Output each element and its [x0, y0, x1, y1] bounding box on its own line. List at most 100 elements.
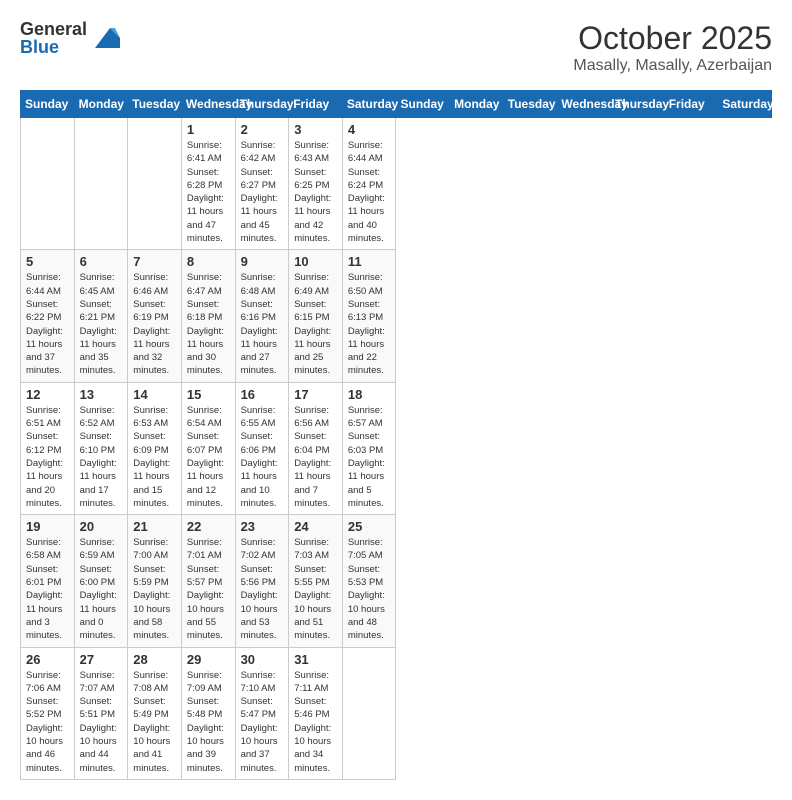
day-info: Sunrise: 6:55 AM Sunset: 6:06 PM Dayligh…: [241, 404, 284, 510]
page-header: General Blue October 2025 Masally, Masal…: [20, 20, 772, 75]
day-info: Sunrise: 7:02 AM Sunset: 5:56 PM Dayligh…: [241, 536, 284, 642]
calendar-cell: 28 Sunrise: 7:08 AM Sunset: 5:49 PM Dayli…: [128, 647, 182, 779]
header-day-friday: Friday: [664, 91, 718, 118]
week-row-2: 5 Sunrise: 6:44 AM Sunset: 6:22 PM Daylig…: [21, 250, 772, 382]
calendar-cell: 8 Sunrise: 6:47 AM Sunset: 6:18 PM Daylig…: [181, 250, 235, 382]
day-number: 22: [187, 519, 230, 534]
day-number: 24: [294, 519, 337, 534]
calendar-cell: 23 Sunrise: 7:02 AM Sunset: 5:56 PM Dayli…: [235, 515, 289, 647]
day-number: 17: [294, 387, 337, 402]
location-title: Masally, Masally, Azerbaijan: [573, 57, 772, 75]
day-number: 5: [26, 254, 69, 269]
calendar-header-row: SundayMondayTuesdayWednesdayThursdayFrid…: [21, 91, 772, 118]
day-info: Sunrise: 7:06 AM Sunset: 5:52 PM Dayligh…: [26, 669, 69, 775]
day-info: Sunrise: 6:57 AM Sunset: 6:03 PM Dayligh…: [348, 404, 391, 510]
day-info: Sunrise: 7:01 AM Sunset: 5:57 PM Dayligh…: [187, 536, 230, 642]
header-day-sunday: Sunday: [396, 91, 450, 118]
header-monday: Monday: [74, 91, 128, 118]
calendar-cell: [21, 118, 75, 250]
week-row-5: 26Sunrise: 7:06 AM Sunset: 5:52 PM Dayli…: [21, 647, 772, 779]
day-info: Sunrise: 6:45 AM Sunset: 6:21 PM Dayligh…: [80, 271, 123, 377]
day-number: 21: [133, 519, 176, 534]
day-number: 8: [187, 254, 230, 269]
calendar-cell: 13 Sunrise: 6:52 AM Sunset: 6:10 PM Dayli…: [74, 382, 128, 514]
calendar-cell: 17 Sunrise: 6:56 AM Sunset: 6:04 PM Dayli…: [289, 382, 343, 514]
day-number: 25: [348, 519, 391, 534]
calendar-table: SundayMondayTuesdayWednesdayThursdayFrid…: [20, 90, 772, 780]
calendar-cell: 16 Sunrise: 6:55 AM Sunset: 6:06 PM Dayli…: [235, 382, 289, 514]
day-number: 13: [80, 387, 123, 402]
day-number: 19: [26, 519, 69, 534]
day-info: Sunrise: 7:10 AM Sunset: 5:47 PM Dayligh…: [241, 669, 284, 775]
day-info: Sunrise: 6:50 AM Sunset: 6:13 PM Dayligh…: [348, 271, 391, 377]
calendar-cell: 31Sunrise: 7:11 AM Sunset: 5:46 PM Dayli…: [289, 647, 343, 779]
header-tuesday: Tuesday: [128, 91, 182, 118]
calendar-cell: 25 Sunrise: 7:05 AM Sunset: 5:53 PM Dayli…: [342, 515, 396, 647]
calendar-cell: 29Sunrise: 7:09 AM Sunset: 5:48 PM Dayli…: [181, 647, 235, 779]
week-row-1: 1Sunrise: 6:41 AM Sunset: 6:28 PM Daylig…: [21, 118, 772, 250]
calendar-cell: 12 Sunrise: 6:51 AM Sunset: 6:12 PM Dayli…: [21, 382, 75, 514]
logo-icon: [90, 23, 120, 53]
header-day-tuesday: Tuesday: [503, 91, 557, 118]
calendar-cell: 15 Sunrise: 6:54 AM Sunset: 6:07 PM Dayli…: [181, 382, 235, 514]
day-info: Sunrise: 6:51 AM Sunset: 6:12 PM Dayligh…: [26, 404, 69, 510]
day-number: 30: [241, 652, 284, 667]
calendar-cell: 19Sunrise: 6:58 AM Sunset: 6:01 PM Dayli…: [21, 515, 75, 647]
day-info: Sunrise: 7:07 AM Sunset: 5:51 PM Dayligh…: [80, 669, 123, 775]
day-number: 31: [294, 652, 337, 667]
day-number: 4: [348, 122, 391, 137]
calendar-cell: 2Sunrise: 6:42 AM Sunset: 6:27 PM Daylig…: [235, 118, 289, 250]
day-number: 15: [187, 387, 230, 402]
calendar-cell: 21Sunrise: 7:00 AM Sunset: 5:59 PM Dayli…: [128, 515, 182, 647]
day-number: 29: [187, 652, 230, 667]
header-sunday: Sunday: [21, 91, 75, 118]
header-day-monday: Monday: [450, 91, 504, 118]
day-info: Sunrise: 7:05 AM Sunset: 5:53 PM Dayligh…: [348, 536, 391, 642]
day-info: Sunrise: 7:03 AM Sunset: 5:55 PM Dayligh…: [294, 536, 337, 642]
day-number: 16: [241, 387, 284, 402]
header-saturday: Saturday: [342, 91, 396, 118]
calendar-cell: 30 Sunrise: 7:10 AM Sunset: 5:47 PM Dayli…: [235, 647, 289, 779]
calendar-cell: 24 Sunrise: 7:03 AM Sunset: 5:55 PM Dayli…: [289, 515, 343, 647]
calendar-cell: [128, 118, 182, 250]
month-title: October 2025: [573, 20, 772, 57]
header-day-wednesday: Wednesday: [557, 91, 611, 118]
calendar-cell: [74, 118, 128, 250]
day-info: Sunrise: 6:42 AM Sunset: 6:27 PM Dayligh…: [241, 139, 284, 245]
calendar-cell: [342, 647, 396, 779]
calendar-cell: 7Sunrise: 6:46 AM Sunset: 6:19 PM Daylig…: [128, 250, 182, 382]
calendar-cell: 6 Sunrise: 6:45 AM Sunset: 6:21 PM Daylig…: [74, 250, 128, 382]
day-info: Sunrise: 6:54 AM Sunset: 6:07 PM Dayligh…: [187, 404, 230, 510]
week-row-3: 12 Sunrise: 6:51 AM Sunset: 6:12 PM Dayli…: [21, 382, 772, 514]
day-info: Sunrise: 6:48 AM Sunset: 6:16 PM Dayligh…: [241, 271, 284, 377]
day-info: Sunrise: 6:56 AM Sunset: 6:04 PM Dayligh…: [294, 404, 337, 510]
week-row-4: 19Sunrise: 6:58 AM Sunset: 6:01 PM Dayli…: [21, 515, 772, 647]
day-info: Sunrise: 6:49 AM Sunset: 6:15 PM Dayligh…: [294, 271, 337, 377]
day-info: Sunrise: 6:52 AM Sunset: 6:10 PM Dayligh…: [80, 404, 123, 510]
calendar-cell: 4Sunrise: 6:44 AM Sunset: 6:24 PM Daylig…: [342, 118, 396, 250]
calendar-cell: 11 Sunrise: 6:50 AM Sunset: 6:13 PM Dayli…: [342, 250, 396, 382]
day-number: 14: [133, 387, 176, 402]
logo-blue: Blue: [20, 38, 87, 56]
day-info: Sunrise: 6:44 AM Sunset: 6:22 PM Dayligh…: [26, 271, 69, 377]
day-info: Sunrise: 6:46 AM Sunset: 6:19 PM Dayligh…: [133, 271, 176, 377]
header-thursday: Thursday: [235, 91, 289, 118]
day-info: Sunrise: 6:43 AM Sunset: 6:25 PM Dayligh…: [294, 139, 337, 245]
calendar-cell: 3 Sunrise: 6:43 AM Sunset: 6:25 PM Daylig…: [289, 118, 343, 250]
day-info: Sunrise: 6:47 AM Sunset: 6:18 PM Dayligh…: [187, 271, 230, 377]
header-friday: Friday: [289, 91, 343, 118]
day-number: 3: [294, 122, 337, 137]
day-number: 6: [80, 254, 123, 269]
day-number: 23: [241, 519, 284, 534]
day-info: Sunrise: 7:08 AM Sunset: 5:49 PM Dayligh…: [133, 669, 176, 775]
day-number: 11: [348, 254, 391, 269]
calendar-cell: 26Sunrise: 7:06 AM Sunset: 5:52 PM Dayli…: [21, 647, 75, 779]
calendar-cell: 27 Sunrise: 7:07 AM Sunset: 5:51 PM Dayli…: [74, 647, 128, 779]
calendar-cell: 18Sunrise: 6:57 AM Sunset: 6:03 PM Dayli…: [342, 382, 396, 514]
day-number: 28: [133, 652, 176, 667]
day-number: 27: [80, 652, 123, 667]
day-info: Sunrise: 6:59 AM Sunset: 6:00 PM Dayligh…: [80, 536, 123, 642]
day-number: 20: [80, 519, 123, 534]
calendar-cell: 5 Sunrise: 6:44 AM Sunset: 6:22 PM Daylig…: [21, 250, 75, 382]
day-number: 12: [26, 387, 69, 402]
